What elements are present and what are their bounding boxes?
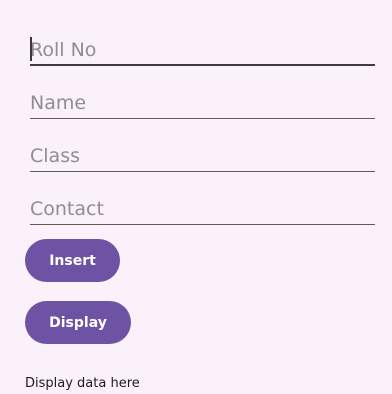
contact-underline: [30, 224, 375, 225]
name-field[interactable]: [30, 85, 375, 119]
display-output-text: Display data here: [25, 376, 140, 391]
contact-input[interactable]: [30, 191, 375, 225]
class-input[interactable]: [30, 138, 375, 172]
text-cursor: [30, 37, 32, 61]
class-field[interactable]: [30, 138, 375, 172]
name-input[interactable]: [30, 85, 375, 119]
contact-field[interactable]: [30, 191, 375, 225]
insert-button[interactable]: Insert: [25, 239, 120, 282]
display-button[interactable]: Display: [25, 301, 131, 344]
roll-no-underline: [30, 64, 375, 66]
roll-no-field[interactable]: [30, 32, 375, 66]
class-underline: [30, 171, 375, 172]
name-underline: [30, 118, 375, 119]
roll-no-input[interactable]: [30, 32, 375, 66]
